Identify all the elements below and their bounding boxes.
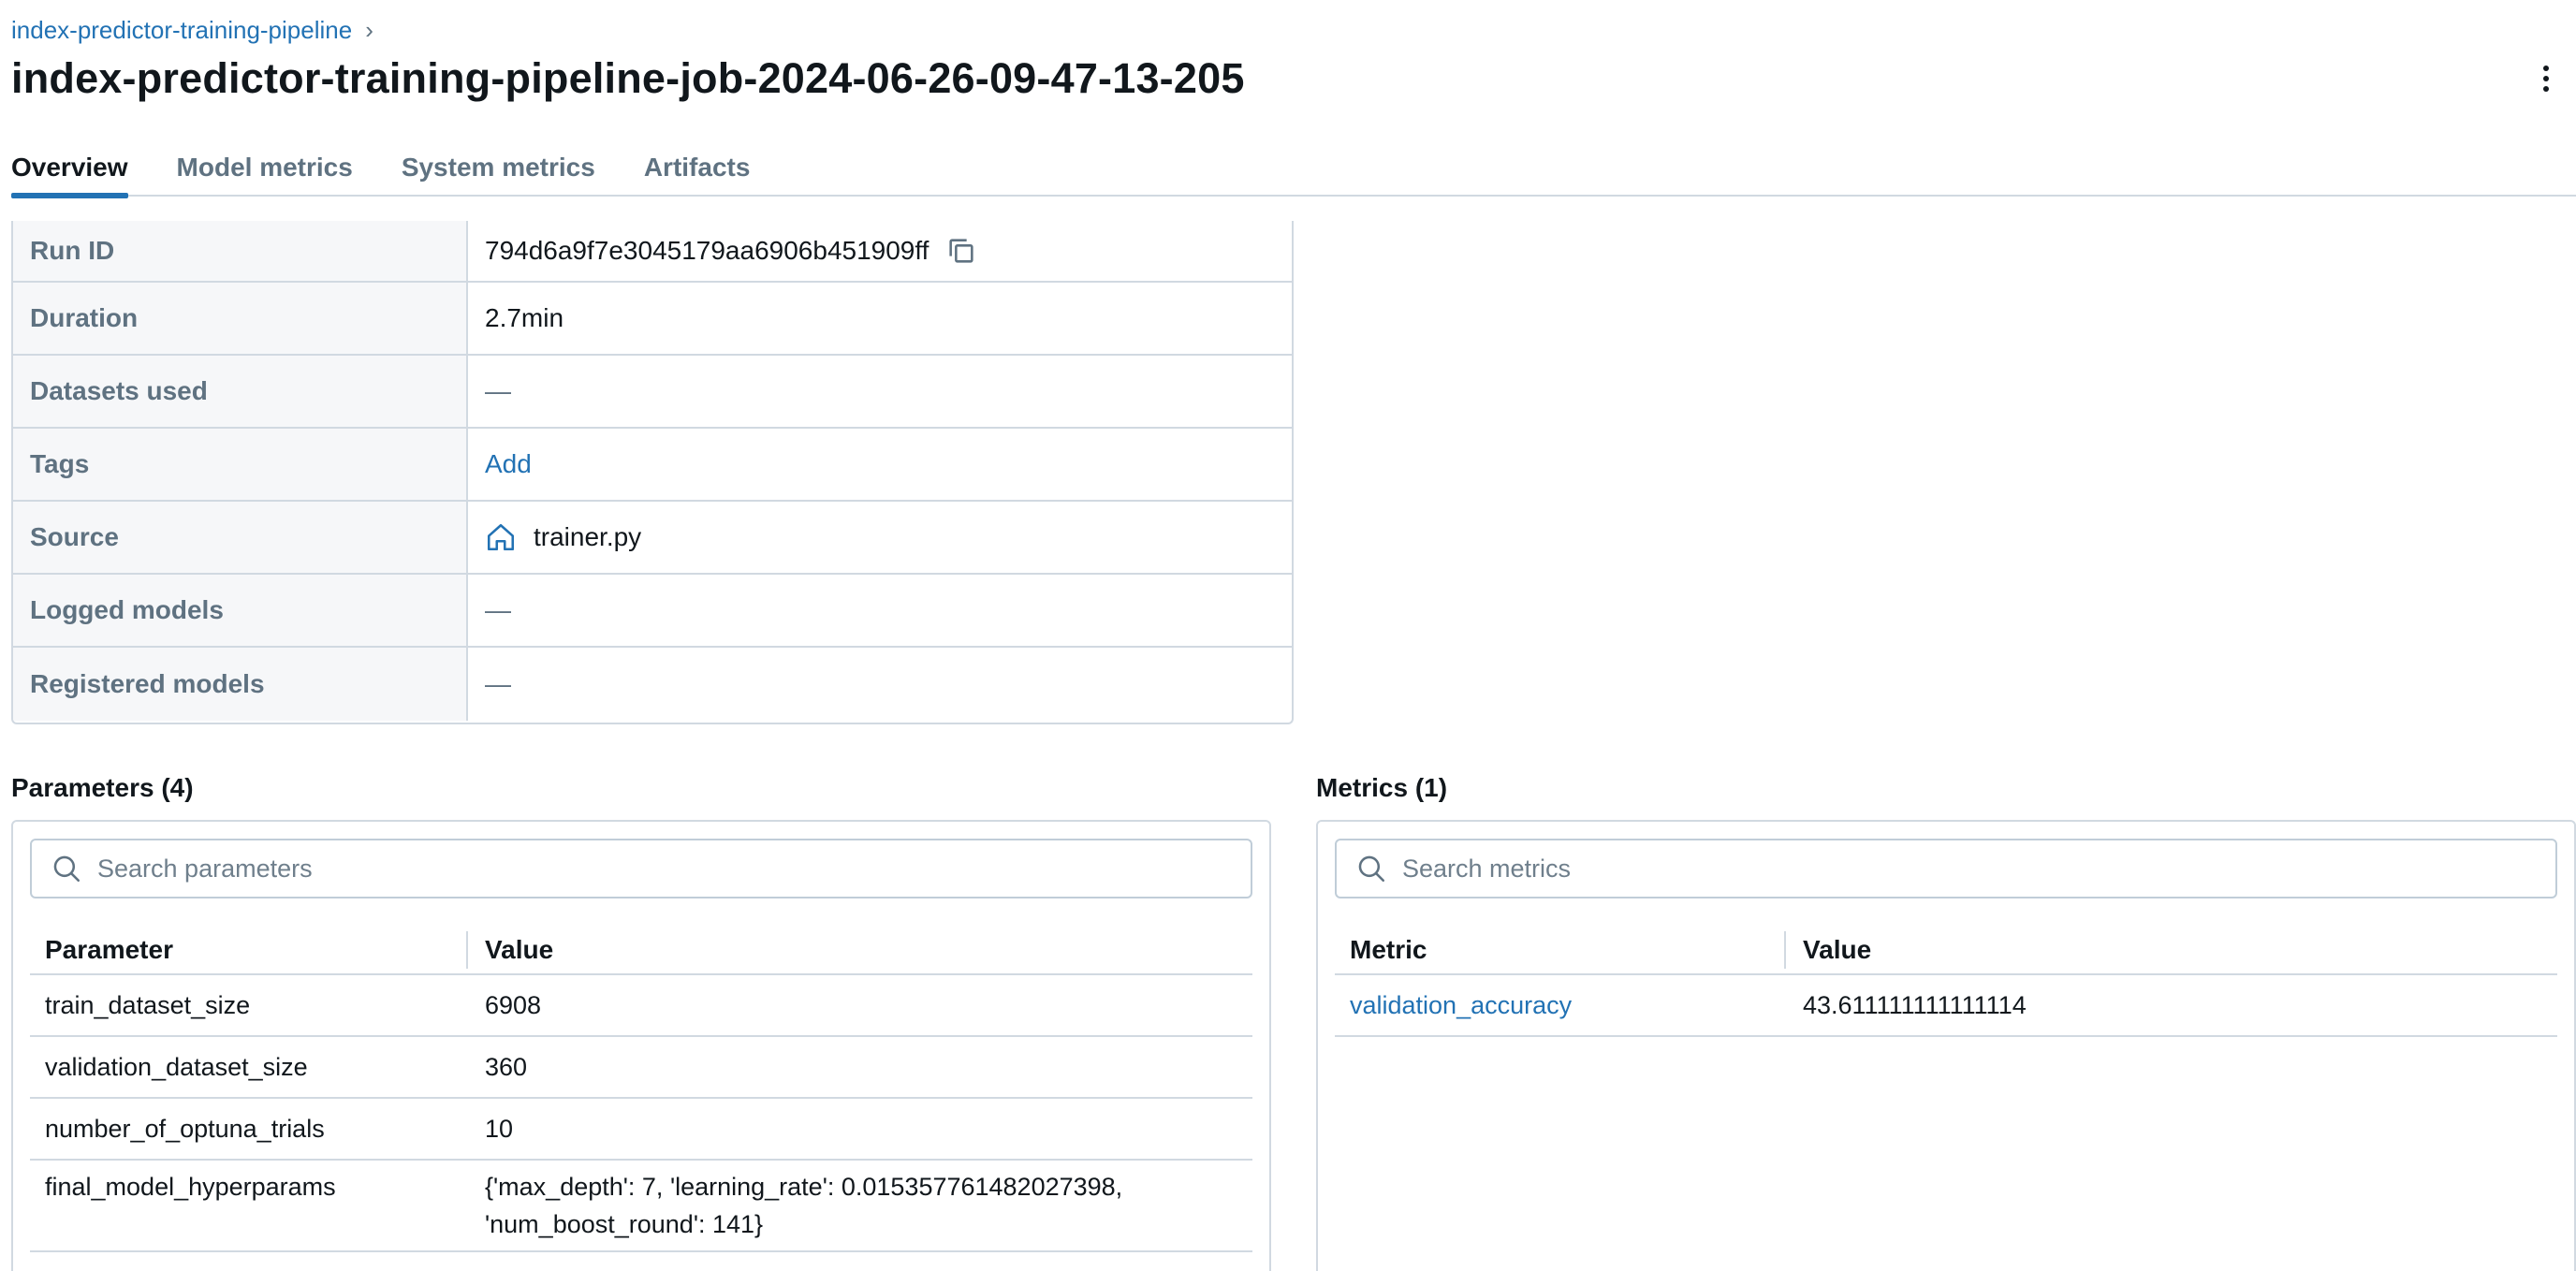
parameters-search-box[interactable] [30, 839, 1252, 898]
parameters-search-input[interactable] [97, 854, 1251, 884]
registered-models-value: — [485, 669, 511, 698]
tab-model-metrics[interactable]: Model metrics [177, 146, 353, 197]
metrics-title: Metrics (1) [1316, 773, 1448, 802]
tab-artifacts[interactable]: Artifacts [644, 146, 751, 197]
page-title: index-predictor-training-pipeline-job-20… [11, 54, 1245, 102]
param-key: validation_dataset_size [45, 1052, 308, 1081]
details-label: Datasets used [13, 356, 466, 427]
details-row-datasets: Datasets used — [13, 356, 1292, 429]
table-row: final_model_hyperparams {'max_depth': 7,… [30, 1161, 1252, 1252]
metrics-search-input[interactable] [1402, 854, 2555, 884]
metrics-search-box[interactable] [1335, 839, 2557, 898]
details-row-run-id: Run ID 794d6a9f7e3045179aa6906b451909ff [13, 221, 1292, 283]
value-column-header[interactable]: Value [466, 931, 553, 969]
details-value-cell: Add [466, 429, 1292, 500]
copy-icon[interactable] [945, 235, 977, 267]
details-row-duration: Duration 2.7min [13, 283, 1292, 356]
more-options-icon[interactable] [2535, 60, 2557, 97]
breadcrumb-experiment-link[interactable]: index-predictor-training-pipeline [11, 16, 352, 45]
details-value-cell: 794d6a9f7e3045179aa6906b451909ff [466, 221, 1292, 281]
value-column-header[interactable]: Value [1784, 931, 1871, 969]
details-value-cell: — [466, 575, 1292, 646]
metric-column-header[interactable]: Metric [1335, 935, 1784, 965]
details-label: Logged models [13, 575, 466, 646]
parameters-panel: Parameter Value train_dataset_size 6908 … [11, 820, 1271, 1271]
run-id-value: 794d6a9f7e3045179aa6906b451909ff [485, 236, 929, 265]
param-value: 6908 [485, 991, 542, 1019]
param-key: number_of_optuna_trials [45, 1114, 325, 1143]
add-tag-link[interactable]: Add [485, 449, 532, 479]
details-label: Duration [13, 283, 466, 354]
details-row-tags: Tags Add [13, 429, 1292, 502]
metric-key-link[interactable]: validation_accuracy [1335, 991, 1784, 1020]
param-key: final_model_hyperparams [45, 1173, 336, 1201]
table-row: number_of_optuna_trials 10 [30, 1099, 1252, 1161]
details-label: Tags [13, 429, 466, 500]
table-row: train_dataset_size 6908 [30, 975, 1252, 1037]
param-value-line: 'num_boost_round': 141} [485, 1210, 764, 1238]
details-value-cell: trainer.py [466, 502, 1292, 573]
breadcrumb: index-predictor-training-pipeline › [11, 11, 373, 49]
metric-value: 43.611111111111114 [1803, 991, 2027, 1019]
table-row: validation_accuracy 43.611111111111114 [1335, 975, 2557, 1037]
parameters-title: Parameters (4) [11, 773, 194, 802]
datasets-value: — [485, 376, 511, 405]
details-row-logged-models: Logged models — [13, 575, 1292, 648]
details-label: Registered models [13, 648, 466, 721]
details-value-cell: — [466, 648, 1292, 721]
search-icon [53, 855, 80, 883]
param-key: train_dataset_size [45, 990, 251, 1019]
source-value[interactable]: trainer.py [534, 522, 641, 552]
chevron-right-icon: › [365, 15, 373, 44]
tab-overview[interactable]: Overview [11, 146, 128, 198]
details-row-source: Source trainer.py [13, 502, 1292, 575]
param-value: 360 [485, 1053, 528, 1081]
run-details-table: Run ID 794d6a9f7e3045179aa6906b451909ff … [11, 221, 1294, 724]
run-overview-page: index-predictor-training-pipeline › inde… [0, 0, 2576, 1271]
search-icon [1358, 855, 1385, 883]
param-value-line: {'max_depth': 7, 'learning_rate': 0.0153… [485, 1173, 1123, 1201]
metrics-table-header: Metric Value [1335, 927, 2557, 975]
duration-value: 2.7min [485, 303, 564, 332]
metrics-panel: Metric Value validation_accuracy 43.6111… [1316, 820, 2576, 1271]
parameter-column-header[interactable]: Parameter [30, 935, 466, 965]
param-value: {'max_depth': 7, 'learning_rate': 0.0153… [466, 1161, 1122, 1250]
parameters-table-header: Parameter Value [30, 927, 1252, 975]
details-row-registered-models: Registered models — [13, 648, 1292, 721]
details-value-cell: 2.7min [466, 283, 1292, 354]
details-label: Source [13, 502, 466, 573]
details-label: Run ID [13, 221, 466, 281]
logged-models-value: — [485, 595, 511, 624]
tab-bar: Overview Model metrics System metrics Ar… [11, 146, 2576, 198]
home-icon [487, 523, 515, 551]
table-row: validation_dataset_size 360 [30, 1037, 1252, 1099]
tab-system-metrics[interactable]: System metrics [402, 146, 595, 197]
details-value-cell: — [466, 356, 1292, 427]
param-value: 10 [485, 1115, 514, 1143]
